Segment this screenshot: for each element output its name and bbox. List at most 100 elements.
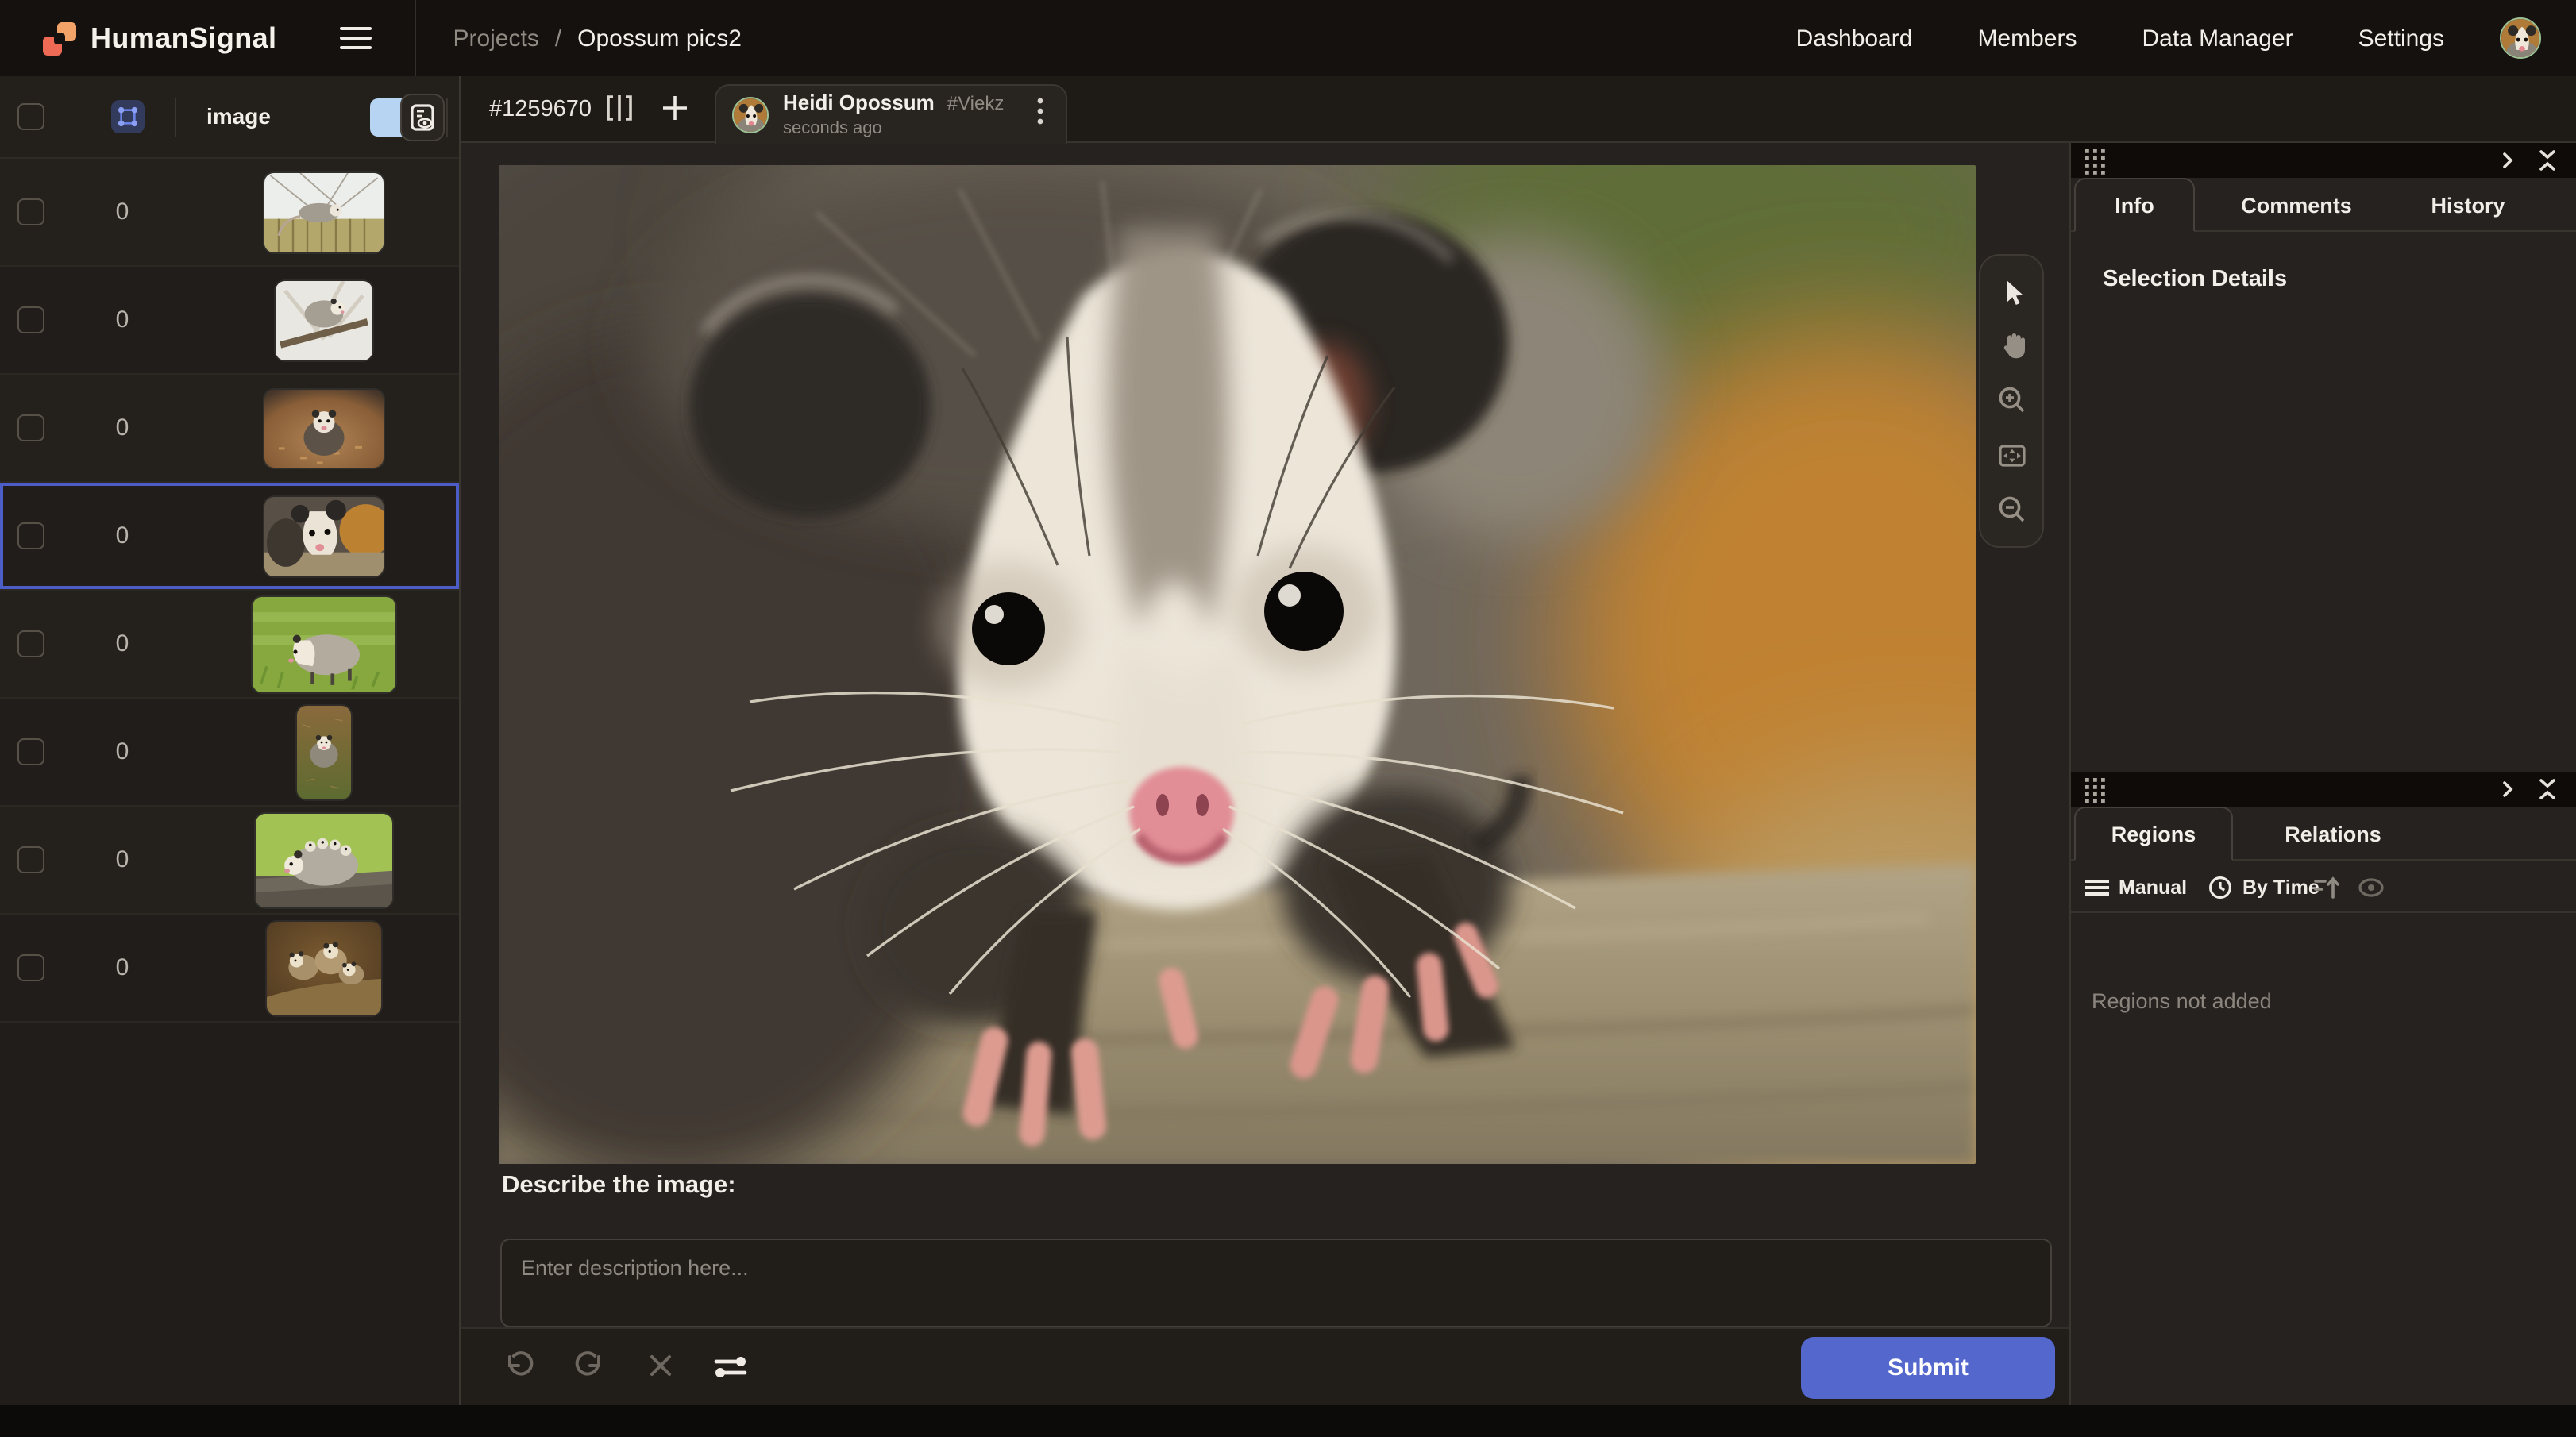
task-row[interactable]: 0 <box>0 375 459 483</box>
annotator-avatar <box>732 97 769 133</box>
regions-panel: Regions Relations Manual By Time <box>2071 772 2576 1437</box>
annotations-count: 0 <box>98 630 146 657</box>
group-by-control[interactable]: Manual <box>2085 861 2187 913</box>
discard-icon[interactable] <box>645 1350 677 1389</box>
preview-toggle-button[interactable] <box>400 94 445 141</box>
image-tools-toolbar <box>1979 254 2044 548</box>
task-list-sidebar: image 0 <box>0 76 461 1405</box>
row-checkbox[interactable] <box>17 630 44 657</box>
row-checkbox[interactable] <box>17 846 44 873</box>
avatar-opossum-image <box>2501 19 2541 59</box>
pan-tool-icon[interactable] <box>1989 325 2034 369</box>
annotation-tab[interactable]: Heidi Opossum #Viekz seconds ago <box>715 84 1067 144</box>
row-checkbox[interactable] <box>17 738 44 765</box>
menu-icon[interactable] <box>340 27 372 49</box>
bbox-column-icon[interactable] <box>111 100 145 133</box>
task-row[interactable]: 0 <box>0 699 459 807</box>
task-list: 0 0 <box>0 159 459 1023</box>
clock-icon <box>2208 874 2233 900</box>
annotation-workspace: Describe the image: <box>461 143 2069 1405</box>
task-row-selected[interactable]: 0 <box>0 483 459 591</box>
order-by-label: By Time <box>2242 876 2320 898</box>
order-by-control[interactable]: By Time <box>2208 861 2320 913</box>
undo-icon[interactable] <box>502 1350 537 1393</box>
nav-data-manager[interactable]: Data Manager <box>2142 25 2293 52</box>
adjustments-icon[interactable] <box>711 1350 750 1393</box>
humansignal-logo[interactable]: HumanSignal <box>43 21 276 55</box>
task-thumbnail[interactable] <box>256 813 392 907</box>
column-divider-right <box>446 98 448 137</box>
regions-tabs: Regions Relations <box>2071 807 2576 861</box>
annotations-count: 0 <box>98 414 146 441</box>
details-panel-body: Selection Details <box>2071 232 2576 772</box>
annotations-count: 0 <box>98 522 146 549</box>
panel-collapse-icon[interactable] <box>2535 776 2560 810</box>
zoom-in-tool-icon[interactable] <box>1989 379 2034 423</box>
opossum-photo <box>499 165 1976 1164</box>
row-checkbox[interactable] <box>17 414 44 441</box>
annotations-count: 0 <box>98 306 146 333</box>
row-checkbox[interactable] <box>17 954 44 981</box>
selection-details-heading: Selection Details <box>2103 267 2287 292</box>
row-checkbox[interactable] <box>17 198 44 225</box>
panel-collapse-icon[interactable] <box>2535 148 2560 181</box>
tab-info[interactable]: Info <box>2074 178 2195 232</box>
task-thumbnail[interactable] <box>264 389 384 467</box>
task-thumbnail[interactable] <box>276 280 372 360</box>
row-checkbox[interactable] <box>17 522 44 549</box>
nav-settings[interactable]: Settings <box>2358 25 2444 52</box>
fit-screen-tool-icon[interactable] <box>1989 433 2034 477</box>
user-avatar[interactable] <box>2500 17 2541 59</box>
tab-relations[interactable]: Relations <box>2262 807 2404 861</box>
task-thumbnail[interactable] <box>253 596 395 692</box>
humansignal-logo-icon <box>43 21 76 55</box>
task-id: #1259670 <box>489 97 592 122</box>
annotation-id: #Viekz <box>947 94 1005 114</box>
tab-history[interactable]: History <box>2408 178 2528 232</box>
task-row[interactable]: 0 <box>0 591 459 699</box>
top-bar: HumanSignal Projects / Opossum pics2 Das… <box>0 0 2576 76</box>
visibility-icon[interactable] <box>2357 861 2385 913</box>
task-thumbnail[interactable] <box>264 172 384 252</box>
tab-regions[interactable]: Regions <box>2074 807 2233 861</box>
task-row[interactable]: 0 <box>0 915 459 1023</box>
prompt-label: Describe the image: <box>502 1172 736 1200</box>
description-textarea[interactable] <box>500 1239 2052 1327</box>
annotator-name: Heidi Opossum <box>783 92 935 115</box>
task-thumbnail[interactable] <box>297 705 351 799</box>
annotation-image[interactable] <box>499 165 1976 1164</box>
annotation-bottom-bar: Submit <box>461 1327 2069 1405</box>
tab-comments[interactable]: Comments <box>2230 178 2363 232</box>
nav-dashboard[interactable]: Dashboard <box>1796 25 1913 52</box>
task-list-header: image <box>0 76 459 159</box>
topbar-nav: Dashboard Members Data Manager Settings <box>1796 25 2444 52</box>
details-tabs: Info Comments History <box>2071 178 2576 232</box>
add-annotation-icon[interactable] <box>657 91 692 133</box>
breadcrumb: Projects / Opossum pics2 <box>453 25 741 52</box>
task-row[interactable]: 0 <box>0 267 459 375</box>
group-by-label: Manual <box>2119 876 2187 898</box>
task-row[interactable]: 0 <box>0 807 459 915</box>
task-thumbnail[interactable] <box>264 496 384 576</box>
bounding-box-icon <box>118 106 138 127</box>
annotations-count: 0 <box>98 738 146 765</box>
kebab-menu-icon[interactable] <box>1031 91 1050 140</box>
task-thumbnail[interactable] <box>267 921 381 1015</box>
breadcrumb-projects[interactable]: Projects <box>453 25 538 52</box>
zoom-out-tool-icon[interactable] <box>1989 487 2034 532</box>
panel-expand-icon[interactable] <box>2497 776 2519 810</box>
submit-button[interactable]: Submit <box>1801 1337 2055 1399</box>
sort-direction-icon[interactable] <box>2312 861 2341 913</box>
breadcrumb-project-name[interactable]: Opossum pics2 <box>577 25 742 52</box>
nav-members[interactable]: Members <box>1977 25 2077 52</box>
select-tool-icon[interactable] <box>1989 270 2034 314</box>
panel-expand-icon[interactable] <box>2497 148 2519 181</box>
task-row[interactable]: 0 <box>0 159 459 267</box>
regions-toolbar: Manual By Time <box>2071 861 2576 913</box>
right-panel: Info Comments History Selection Details <box>2069 143 2576 1405</box>
regions-panel-body: Regions not added <box>2071 913 2576 1437</box>
row-checkbox[interactable] <box>17 306 44 333</box>
expand-source-icon[interactable] <box>604 91 635 133</box>
redo-icon[interactable] <box>572 1350 607 1393</box>
select-all-checkbox[interactable] <box>17 103 44 130</box>
